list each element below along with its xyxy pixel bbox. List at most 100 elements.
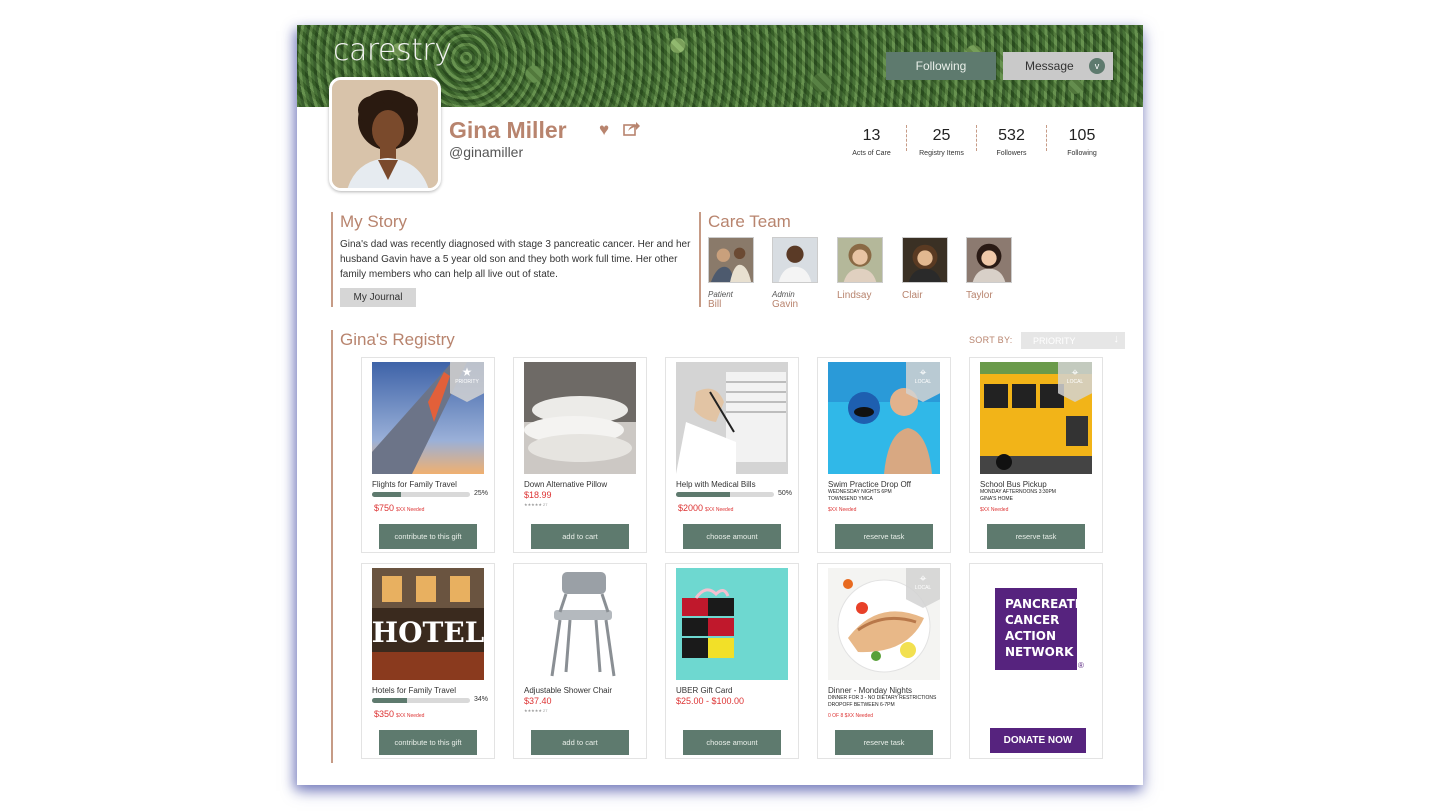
- item-title: Help with Medical Bills: [676, 480, 756, 489]
- item-title: Adjustable Shower Chair: [524, 686, 613, 695]
- add-to-cart-button[interactable]: add to cart: [531, 730, 629, 755]
- my-journal-button[interactable]: My Journal: [340, 288, 416, 307]
- svg-text:HOTEL: HOTEL: [372, 616, 484, 649]
- member-photo: [837, 237, 883, 283]
- item-image: ⌖ LOCAL: [828, 568, 940, 680]
- registered-icon: ®: [1078, 661, 1084, 670]
- profile-name: Gina Miller: [449, 117, 567, 143]
- item-price: $37.40: [524, 696, 552, 706]
- registry-card[interactable]: ⌖ LOCAL Swim Practice Drop Off WEDNESDAY …: [817, 357, 951, 553]
- detail-line: GINA'S HOME: [980, 495, 1013, 502]
- message-button[interactable]: Message v: [1003, 52, 1113, 80]
- item-price: $18.99: [524, 490, 552, 500]
- registry-card[interactable]: ★ PRIORITY Flights for Family Travel 25% …: [361, 357, 495, 553]
- member-photo: [772, 237, 818, 283]
- carestry-logo[interactable]: carestry: [333, 33, 452, 68]
- item-title: UBER Gift Card: [676, 686, 733, 695]
- stat-label: Registry Items: [919, 150, 964, 157]
- add-to-cart-button[interactable]: add to cart: [531, 524, 629, 549]
- item-image: [524, 362, 636, 474]
- sort-select[interactable]: PRIORITY ↓: [1021, 332, 1125, 349]
- price-value: $750: [374, 503, 395, 513]
- registry-card[interactable]: UBER Gift Card $25.00 - $100.00 choose a…: [665, 563, 799, 759]
- stat-registry-items[interactable]: 25 Registry Items: [907, 125, 977, 157]
- item-price: $25.00 - $100.00: [676, 696, 745, 706]
- care-team-member[interactable]: Taylor: [966, 237, 1014, 301]
- progress-percent: 50%: [778, 490, 793, 497]
- price-value: $2000: [678, 503, 704, 513]
- section-title: My Story: [340, 212, 408, 231]
- registry-card[interactable]: Help with Medical Bills 50% $2000 $XX Nee…: [665, 357, 799, 553]
- reserve-task-button[interactable]: reserve task: [835, 730, 933, 755]
- care-team-member[interactable]: Clair: [902, 237, 950, 301]
- progress-bar: [372, 492, 470, 497]
- badge-label: LOCAL: [1066, 379, 1084, 385]
- item-title: Swim Practice Drop Off: [828, 480, 911, 489]
- member-name: Bill: [708, 299, 722, 310]
- registry-card[interactable]: ⌖ LOCAL School Bus Pickup MONDAY AFTERNOO…: [969, 357, 1103, 553]
- care-team-section: Care Team Patient Bill Admin Gavin Linds…: [699, 212, 1119, 310]
- stat-label: Acts of Care: [852, 150, 891, 157]
- progress-bar: [676, 492, 774, 497]
- contribute-button[interactable]: contribute to this gift: [379, 524, 477, 549]
- item-title: Hotels for Family Travel: [372, 686, 457, 695]
- badge-label: PRIORITY: [455, 379, 479, 385]
- heart-icon[interactable]: ♥: [599, 120, 609, 140]
- item-image: [676, 362, 788, 474]
- donate-now-button[interactable]: DONATE NOW: [990, 728, 1086, 753]
- reserve-task-button[interactable]: reserve task: [835, 524, 933, 549]
- registry-card[interactable]: PANCREATIC CANCER ACTION NETWORK ® DONAT…: [969, 563, 1103, 759]
- registry-section: Gina's Registry SORT BY: PRIORITY ↓ ★ PRI…: [331, 330, 1125, 763]
- member-photo: [902, 237, 948, 283]
- needed-text: $XX Needed: [705, 507, 734, 513]
- needed-text: $XX Needed: [396, 507, 425, 513]
- care-team-member[interactable]: Admin Gavin: [772, 237, 820, 310]
- item-details: DINNER FOR 3 - NO DIETARY RESTRICTIONS D…: [828, 695, 946, 708]
- section-title: Care Team: [708, 212, 791, 231]
- contribute-button[interactable]: contribute to this gift: [379, 730, 477, 755]
- item-image: [524, 568, 636, 680]
- registry-card[interactable]: Down Alternative Pillow $18.99 ★★★★★ 27 …: [513, 357, 647, 553]
- item-title: Flights for Family Travel: [372, 480, 457, 489]
- member-role: Patient: [708, 290, 733, 299]
- story-text: Gina's dad was recently diagnosed with s…: [340, 239, 691, 280]
- member-name: Lindsay: [837, 290, 872, 301]
- member-photo: [966, 237, 1012, 283]
- location-pin-icon: ⌖: [919, 365, 927, 379]
- arrow-down-icon: ↓: [1113, 333, 1120, 345]
- progress-percent: 34%: [474, 696, 489, 703]
- sort-value: PRIORITY: [1033, 335, 1076, 346]
- profile-page: carestry Following Message v Gina Miller…: [297, 25, 1143, 785]
- logo-line: PANCREATIC: [1005, 597, 1089, 611]
- registry-card[interactable]: ⌖ LOCAL Dinner - Monday Nights DINNER FOR…: [817, 563, 951, 759]
- item-image: [676, 568, 788, 680]
- profile-avatar: [329, 77, 441, 191]
- logo-line: ACTION: [1005, 629, 1056, 643]
- stat-acts-of-care[interactable]: 13 Acts of Care: [837, 125, 907, 157]
- rating-stars: ★★★★★ 27: [524, 708, 548, 713]
- following-button[interactable]: Following: [886, 52, 996, 80]
- item-title: Dinner - Monday Nights: [828, 686, 913, 695]
- share-icon[interactable]: [623, 121, 640, 136]
- stat-followers[interactable]: 532 Followers: [977, 125, 1047, 157]
- registry-card[interactable]: HOTEL Hotels for Family Travel 34% $350 $…: [361, 563, 495, 759]
- star-icon: ★: [461, 365, 473, 379]
- price-value: $350: [374, 709, 395, 719]
- chevron-down-icon[interactable]: v: [1089, 58, 1105, 74]
- stat-following[interactable]: 105 Following: [1047, 125, 1117, 157]
- needed-text: $XX Needed: [828, 507, 857, 513]
- care-team-list: Patient Bill Admin Gavin Lindsay Clair T…: [708, 237, 1119, 310]
- choose-amount-button[interactable]: choose amount: [683, 524, 781, 549]
- care-team-member[interactable]: Lindsay: [837, 237, 885, 301]
- item-details: MONDAY AFTERNOONS 3:30PM GINA'S HOME: [980, 489, 1098, 502]
- badge-label: LOCAL: [914, 585, 932, 591]
- registry-card[interactable]: Adjustable Shower Chair $37.40 ★★★★★ 27 …: [513, 563, 647, 759]
- care-team-member[interactable]: Patient Bill: [708, 237, 756, 310]
- item-image: ⌖ LOCAL: [980, 362, 1092, 474]
- my-story-section: My Story Gina's dad was recently diagnos…: [331, 212, 691, 307]
- reserve-task-button[interactable]: reserve task: [987, 524, 1085, 549]
- needed-text: $XX Needed: [396, 713, 425, 719]
- progress-fill: [372, 492, 402, 497]
- member-photo: [708, 237, 754, 283]
- choose-amount-button[interactable]: choose amount: [683, 730, 781, 755]
